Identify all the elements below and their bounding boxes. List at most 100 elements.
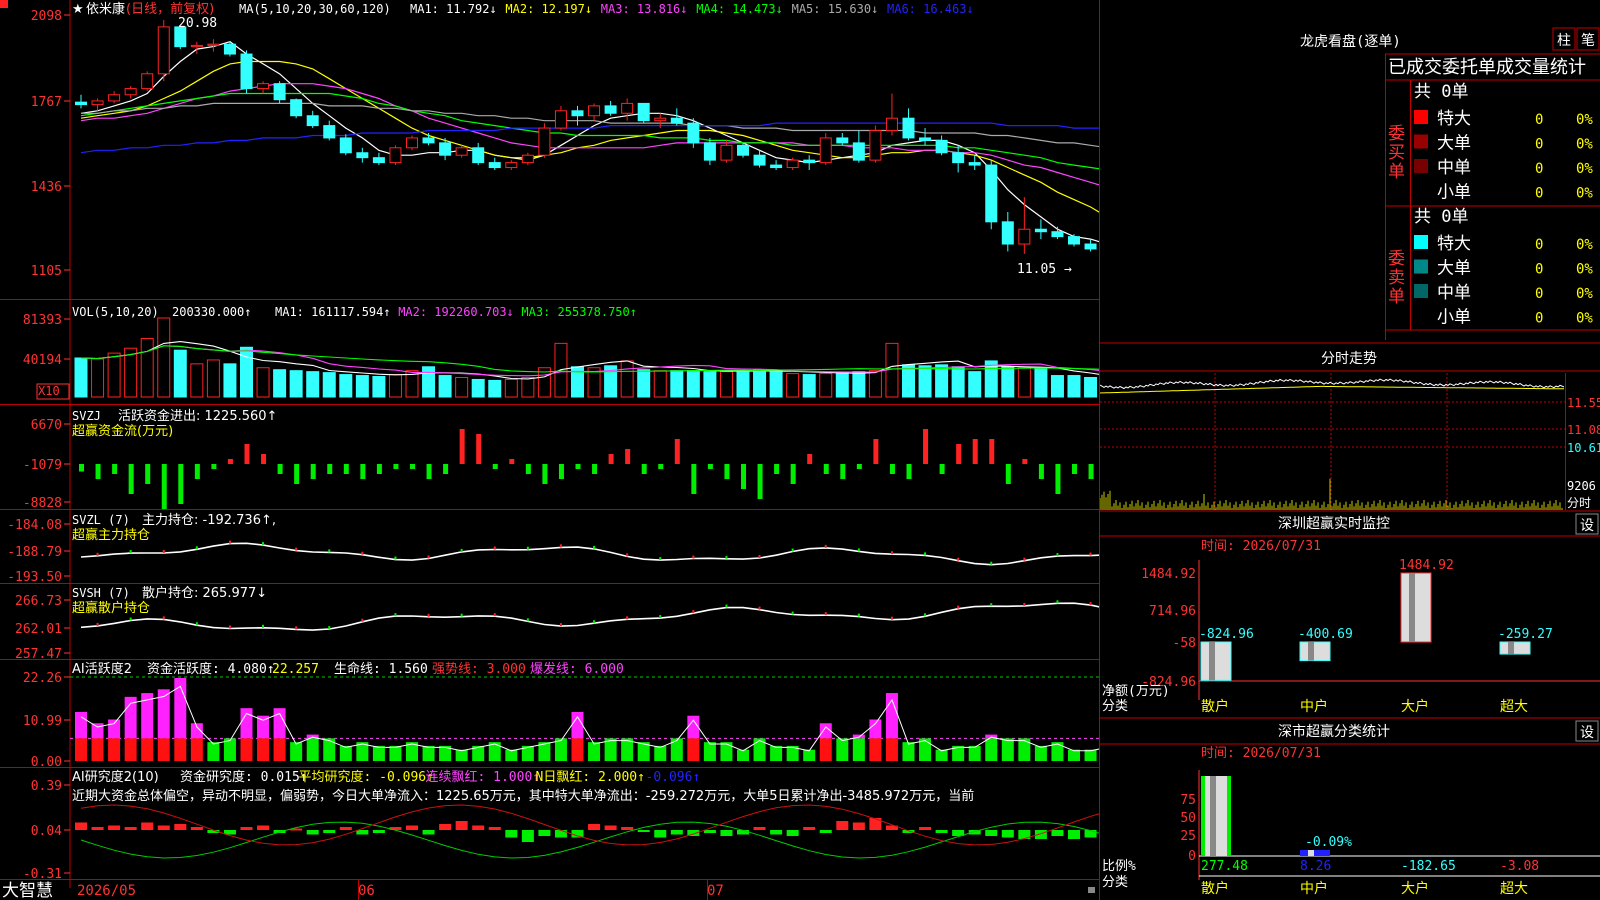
- volume-bar[interactable]: [802, 374, 816, 398]
- volume-bar[interactable]: [388, 374, 402, 398]
- candle-body[interactable]: [621, 102, 634, 114]
- candle-body[interactable]: [836, 137, 849, 144]
- svzj-bar[interactable]: [79, 464, 84, 472]
- ai2-bar[interactable]: [670, 738, 683, 761]
- ai3-bar[interactable]: [985, 830, 998, 836]
- ai3-bar[interactable]: [356, 830, 369, 835]
- volume-bar[interactable]: [306, 371, 320, 398]
- ai3-bar[interactable]: [1084, 830, 1097, 838]
- volume-bar[interactable]: [322, 372, 336, 398]
- fenshi-chart[interactable]: 11.55 11.08 10.61 9206 分时: [1099, 373, 1600, 510]
- ai3-bar[interactable]: [157, 825, 170, 831]
- ai2-bar[interactable]: [852, 738, 865, 761]
- candle-body[interactable]: [455, 147, 468, 156]
- volume-bar[interactable]: [355, 375, 369, 398]
- svzj-bar[interactable]: [707, 464, 713, 469]
- ai2-bar[interactable]: [323, 738, 336, 761]
- svzj-bar[interactable]: [459, 429, 465, 464]
- ai2-bar[interactable]: [240, 738, 253, 761]
- brand-logo[interactable]: 大智慧: [2, 881, 53, 900]
- volume-bar[interactable]: [339, 374, 353, 398]
- svzj-bar[interactable]: [492, 464, 498, 469]
- svzj-bar[interactable]: [410, 464, 415, 469]
- volume-bar[interactable]: [1067, 375, 1081, 398]
- ai2-bar[interactable]: [654, 745, 667, 761]
- volume-bar[interactable]: [521, 376, 535, 398]
- svzj-bar[interactable]: [360, 464, 366, 479]
- candle-body[interactable]: [389, 147, 402, 164]
- ai2-bar[interactable]: [174, 738, 187, 761]
- candle-body[interactable]: [323, 125, 336, 139]
- volume-bar[interactable]: [471, 378, 485, 398]
- volume-bar[interactable]: [140, 337, 154, 398]
- svzj-bar[interactable]: [310, 464, 316, 479]
- candle-body[interactable]: [770, 164, 783, 169]
- svzj-bar[interactable]: [1072, 464, 1077, 474]
- svzj-chart[interactable]: [79, 429, 1193, 509]
- ai2-bar-hi[interactable]: [108, 719, 121, 739]
- svzj-bar[interactable]: [476, 434, 482, 464]
- volume-bar[interactable]: [190, 363, 204, 398]
- svzj-bar[interactable]: [327, 464, 333, 474]
- monitor-bar-1[interactable]: [1299, 641, 1331, 662]
- ai2-bar[interactable]: [687, 738, 700, 761]
- candle-body[interactable]: [488, 162, 501, 169]
- ai2-bar[interactable]: [737, 749, 749, 761]
- candle-body[interactable]: [1034, 228, 1047, 233]
- candle-body[interactable]: [108, 94, 121, 102]
- svzj-bar[interactable]: [972, 439, 978, 464]
- stats-bar-1[interactable]: [1300, 850, 1330, 856]
- volume-bar[interactable]: [206, 359, 220, 398]
- svzj-bar[interactable]: [1055, 464, 1061, 494]
- stats-chart[interactable]: 75 50 25 0 -0.09% 277.48 散户 8.26 中户 -182.65 大户 -3.0…: [1180, 770, 1600, 897]
- volume-bar[interactable]: [719, 371, 733, 398]
- ai3-bar[interactable]: [521, 830, 534, 842]
- monitor-bar-3[interactable]: [1499, 641, 1531, 655]
- candle-body[interactable]: [190, 44, 203, 48]
- ai3-bar[interactable]: [852, 822, 865, 831]
- svzj-bar[interactable]: [658, 464, 664, 469]
- ai3-bar[interactable]: [654, 830, 667, 838]
- ai2-bar[interactable]: [141, 738, 154, 761]
- svzj-bar[interactable]: [641, 464, 647, 474]
- volume-bar[interactable]: [902, 364, 915, 398]
- ai2-bar[interactable]: [720, 742, 733, 761]
- svzj-bar[interactable]: [112, 464, 118, 474]
- ai2-bar[interactable]: [108, 738, 121, 761]
- volume-bar[interactable]: [74, 357, 88, 398]
- ai2-bar[interactable]: [985, 738, 998, 761]
- volume-bar[interactable]: [951, 366, 965, 398]
- candle-body[interactable]: [654, 117, 667, 122]
- candle-body[interactable]: [75, 101, 87, 106]
- ai3-bar[interactable]: [91, 827, 104, 830]
- ai3-bar[interactable]: [1001, 830, 1014, 838]
- svzj-bar[interactable]: [128, 464, 134, 494]
- svzj-bar[interactable]: [906, 464, 912, 479]
- ai3-bar[interactable]: [174, 824, 187, 830]
- volume-bar[interactable]: [968, 371, 982, 398]
- ai3-bar[interactable]: [75, 822, 87, 831]
- ai2-bar[interactable]: [1001, 738, 1014, 761]
- svzj-bar[interactable]: [393, 464, 399, 469]
- ai3-bar[interactable]: [505, 830, 518, 838]
- svzj-bar[interactable]: [376, 464, 382, 474]
- candle-body[interactable]: [885, 117, 898, 132]
- monitor-chart[interactable]: 1484.92714.96-58-824.96-824.96散户-400.69中…: [1141, 558, 1600, 715]
- ai2-bar-hi[interactable]: [240, 708, 253, 739]
- svzj-bar[interactable]: [923, 429, 929, 464]
- ai3-chart[interactable]: [75, 804, 1147, 859]
- volume-bar[interactable]: [653, 370, 667, 398]
- svzj-bar[interactable]: [294, 464, 300, 484]
- svzj-bar[interactable]: [691, 464, 697, 494]
- ai3-bar[interactable]: [869, 818, 882, 830]
- ai3-bar[interactable]: [703, 830, 716, 833]
- ai2-bar[interactable]: [306, 738, 319, 761]
- volume-bar[interactable]: [670, 370, 684, 398]
- svzj-bar[interactable]: [823, 464, 829, 474]
- stock-period[interactable]: (日线，前复权): [126, 1, 214, 17]
- svzj-bar[interactable]: [542, 464, 548, 484]
- ai2-bar[interactable]: [968, 745, 981, 761]
- ai3-bar[interactable]: [786, 830, 799, 836]
- volume-bar[interactable]: [819, 373, 833, 398]
- ai3-bar[interactable]: [836, 821, 849, 830]
